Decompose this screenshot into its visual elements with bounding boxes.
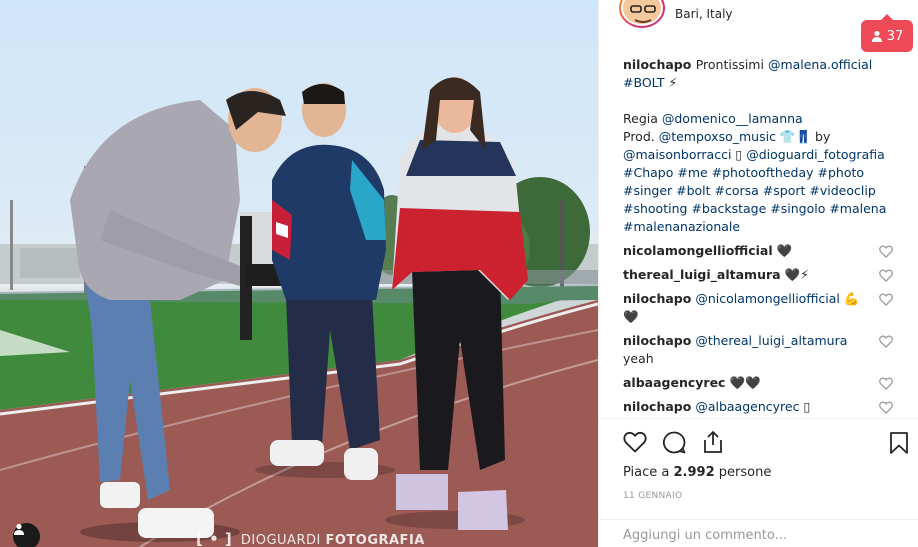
post-actions: Piace a 2.992 persone 11 GENNAIO xyxy=(599,418,918,546)
likes-count[interactable]: Piace a 2.992 persone xyxy=(623,465,771,480)
comment-author[interactable]: nicolamongelliofficial xyxy=(623,243,773,258)
comment-mention[interactable]: @albaagencyrec xyxy=(695,399,799,414)
tagged-users-button[interactable] xyxy=(13,523,40,547)
comment-item: nilochapo @thereal_luigi_altamura yeah xyxy=(623,332,895,368)
post-photo[interactable]: [ • ] DIOGUARDI FOTOGRAFIA xyxy=(0,0,598,547)
heart-icon[interactable] xyxy=(879,335,893,348)
comment-text: 🖤⚡ xyxy=(780,267,809,282)
caption-line: #shooting #backstage #singolo #malena xyxy=(623,200,895,218)
caption-link[interactable]: @malena.official xyxy=(768,57,872,72)
caption-link[interactable]: @maisonborracci xyxy=(623,147,731,162)
watermark-strong: FOTOGRAFIA xyxy=(325,533,425,547)
comment-item: thereal_luigi_altamura 🖤⚡ xyxy=(623,266,895,284)
comment-item: nilochapo @albaagencyrec ▯ xyxy=(623,398,895,416)
post-caption: nilochapo Prontissimi @malena.official #B… xyxy=(623,56,895,236)
likes-prefix: Piace a xyxy=(623,465,674,480)
watermark-name: DIOGUARDI xyxy=(240,533,321,547)
notification-badge[interactable]: 37 xyxy=(861,14,913,52)
caption-text: Prod. xyxy=(623,129,659,144)
caption-link[interactable]: #malenanazionale xyxy=(623,219,740,234)
caption-line xyxy=(623,92,895,110)
comment-text: 🖤🖤 xyxy=(725,375,761,390)
caption-link[interactable]: #singer #bolt #corsa #sport #videoclip xyxy=(623,183,876,198)
caption-link[interactable]: @dioguardi_fotografia xyxy=(746,147,885,162)
comment-author[interactable]: nilochapo xyxy=(623,333,691,348)
comment-text: yeah xyxy=(623,351,654,366)
caption-line: nilochapo Prontissimi @malena.official xyxy=(623,56,895,74)
user-icon xyxy=(14,523,24,535)
comment-mention[interactable]: @thereal_luigi_altamura xyxy=(695,333,847,348)
heart-icon[interactable] xyxy=(879,401,893,414)
comment-text: 🖤 xyxy=(772,243,793,258)
caption-link[interactable]: #Chapo #me #photooftheday #photo xyxy=(623,165,864,180)
user-icon xyxy=(871,30,882,42)
post-date: 11 GENNAIO xyxy=(623,491,683,501)
likes-number: 2.992 xyxy=(673,465,715,480)
post-side-panel: Bari, Italy 37 nilochapo Prontissimi @ma… xyxy=(598,0,918,547)
caption-link[interactable]: @tempoxso_music xyxy=(659,129,776,144)
photo-watermark: [ • ] DIOGUARDI FOTOGRAFIA xyxy=(196,530,425,547)
caption-text: ▯ xyxy=(731,147,747,162)
notification-count: 37 xyxy=(886,28,904,44)
comment-author[interactable]: thereal_luigi_altamura xyxy=(623,267,781,282)
caption-text: 👕👖 by xyxy=(775,129,831,144)
caption-text: ⚡ xyxy=(664,75,678,90)
caption-text: Prontissimi xyxy=(695,57,768,72)
avatar-face xyxy=(623,0,661,24)
add-comment-box xyxy=(599,519,918,547)
comment-item: albaagencyrec 🖤🖤 xyxy=(623,374,895,392)
comment-author[interactable]: nilochapo xyxy=(623,399,691,414)
likes-suffix: persone xyxy=(714,465,772,480)
author-avatar[interactable] xyxy=(619,0,665,28)
caption-author[interactable]: nilochapo xyxy=(623,57,696,72)
caption-line: #singer #bolt #corsa #sport #videoclip xyxy=(623,182,895,200)
caption-link[interactable]: #shooting #backstage #singolo #malena xyxy=(623,201,886,216)
bookmark-icon[interactable] xyxy=(889,431,909,455)
caption-line: #Chapo #me #photooftheday #photo xyxy=(623,164,895,182)
comment-input[interactable] xyxy=(623,528,883,543)
caption-text: Regia xyxy=(623,111,662,126)
heart-icon[interactable] xyxy=(879,293,893,306)
heart-icon[interactable] xyxy=(879,269,893,282)
heart-icon[interactable] xyxy=(879,245,893,258)
caption-line: @maisonborracci ▯ @dioguardi_fotografia xyxy=(623,146,895,164)
comment-item: nilochapo @nicolamongelliofficial 💪🖤 xyxy=(623,290,895,326)
post-location[interactable]: Bari, Italy xyxy=(675,7,733,21)
comment-mention[interactable]: @nicolamongelliofficial xyxy=(695,291,840,306)
comment-item: nicolamongelliofficial 🖤 xyxy=(623,242,895,260)
caption-line: Regia @domenico__lamanna xyxy=(623,110,895,128)
comments-list[interactable]: nilochapo Prontissimi @malena.official #B… xyxy=(599,56,918,418)
comment-items: nicolamongelliofficial 🖤 thereal_luigi_al… xyxy=(623,242,895,416)
share-icon[interactable] xyxy=(702,430,724,454)
heart-icon[interactable] xyxy=(879,377,893,390)
caption-link[interactable]: #BOLT xyxy=(623,75,665,90)
comment-author[interactable]: nilochapo xyxy=(623,291,691,306)
caption-line: #BOLT ⚡ xyxy=(623,74,895,92)
heart-icon[interactable] xyxy=(623,431,647,453)
comment-author[interactable]: albaagencyrec xyxy=(623,375,725,390)
watermark-mark: [ • ] xyxy=(196,530,233,547)
comment-bubble-icon[interactable] xyxy=(662,431,686,454)
caption-line: Prod. @tempoxso_music 👕👖 by xyxy=(623,128,895,146)
caption-line: #malenanazionale xyxy=(623,218,895,236)
comment-text: ▯ xyxy=(799,399,811,414)
photo-scene xyxy=(0,77,598,547)
caption-link[interactable]: @domenico__lamanna xyxy=(662,111,803,126)
